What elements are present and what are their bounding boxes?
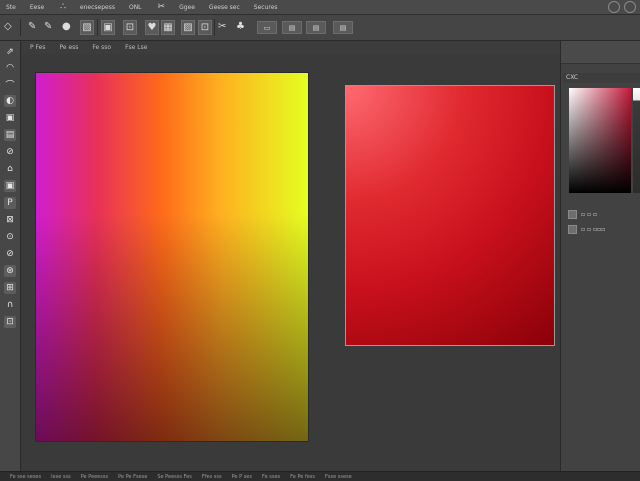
swatch-row[interactable]: ▫ ▫ ▫▫▫ <box>568 224 638 234</box>
status-item: Fe Pe fess <box>290 473 315 480</box>
tab-2[interactable]: Pe ess <box>59 44 78 51</box>
divider <box>97 19 98 36</box>
menu-item-3[interactable]: enecsepess <box>80 4 115 11</box>
dodge-tool-icon[interactable]: ⊛ <box>4 265 16 277</box>
swatch-label: ▫ ▫ ▫▫▫ <box>581 225 606 233</box>
color-picker-field[interactable] <box>569 88 631 193</box>
menu-item-5[interactable]: Ggee <box>179 4 195 11</box>
swatch-box[interactable] <box>568 209 577 219</box>
frame-alt-icon[interactable]: ⊡ <box>198 20 212 35</box>
swatch-label: ▫ ▫ ▫ <box>581 210 598 218</box>
crop-icon[interactable]: ▣ <box>101 20 115 35</box>
move-tool-icon[interactable]: ⇗ <box>4 46 16 58</box>
status-item: Fsse ssese <box>325 473 352 480</box>
red-document-canvas[interactable] <box>345 85 555 346</box>
frame-icon[interactable]: ⊡ <box>123 20 137 35</box>
menu-item-6[interactable]: Geese sec <box>209 4 240 11</box>
quick-select-tool-icon[interactable]: ◐ <box>4 95 16 107</box>
menu-bar: Ste Eese ∴ enecsepess ONL ✂ Ggee Geese s… <box>0 0 640 15</box>
document-tabs: P Fes Pe ess Fe sso Fse Lse <box>22 41 560 54</box>
eyedropper-tool-icon[interactable]: ▤ <box>4 129 16 141</box>
status-item: Fe sse seses <box>10 473 42 480</box>
selection-icon[interactable]: ▧ <box>80 20 94 35</box>
lasso-tool-icon[interactable]: ⌒ <box>4 78 16 91</box>
brush-tool-icon[interactable]: ⌂ <box>4 163 16 175</box>
menu-item-1[interactable]: Ste <box>6 4 16 11</box>
image-icon[interactable]: ▦ <box>161 20 175 35</box>
options-bar: ◇ ✎ ✎ ● ▧ ▣ ⊡ ♥ ▦ ▨ ⊡ ✂ ♣ ▭ ▤ ▤ ▤ <box>0 15 640 41</box>
paint-icon[interactable]: ♣ <box>236 20 245 33</box>
divider <box>214 19 215 36</box>
status-item: lese sss <box>51 473 71 480</box>
menu-item-2[interactable]: Eese <box>30 4 44 11</box>
menu-item-7[interactable]: Secures <box>254 4 278 11</box>
stack-icon[interactable]: ▭ <box>257 21 277 34</box>
shape-tool-icon[interactable]: ⊡ <box>4 316 16 328</box>
image-alt-icon[interactable]: ▨ <box>181 20 195 35</box>
eraser-tool-icon[interactable]: ⊠ <box>4 214 16 226</box>
dock-strip <box>561 41 640 64</box>
toolbox: ⇗ ◠ ⌒ ◐ ▣ ▤ ⊘ ⌂ ▣ P ⊠ ⊙ ⊘ ⊛ ⊞ ∩ ⊡ <box>0 41 21 471</box>
marquee-tool-icon[interactable]: ◠ <box>4 62 16 74</box>
brush-icon[interactable]: ✎ <box>28 20 36 33</box>
arrange-alt-icon[interactable]: ▤ <box>306 21 326 34</box>
blob-icon[interactable]: ● <box>62 20 71 33</box>
blur-tool-icon[interactable]: ⊘ <box>4 248 16 260</box>
pen-tool-icon[interactable]: ⊞ <box>4 282 16 294</box>
gradient-tool-icon[interactable]: ⊙ <box>4 231 16 243</box>
swatch-box[interactable] <box>568 224 577 234</box>
status-item: Pe P ses <box>231 473 252 480</box>
hue-slider[interactable] <box>633 88 640 193</box>
move-icon[interactable]: ◇ <box>4 20 12 33</box>
status-item: Pe Pe Fsese <box>118 473 148 480</box>
tab-1[interactable]: P Fes <box>30 44 45 51</box>
status-item: Fe sses <box>262 473 281 480</box>
history-brush-tool-icon[interactable]: P <box>4 197 16 209</box>
panel-title: CXC <box>563 73 640 83</box>
divider <box>20 19 21 36</box>
dots-icon[interactable]: ∴ <box>60 2 66 12</box>
tab-3[interactable]: Fe sso <box>92 44 111 51</box>
crop-tool-icon[interactable]: ▣ <box>4 112 16 124</box>
heart-icon[interactable]: ♥ <box>145 20 159 35</box>
status-item: Ffes sss <box>201 473 222 480</box>
arrange-icon[interactable]: ▤ <box>282 21 302 34</box>
type-tool-icon[interactable]: ∩ <box>4 299 16 311</box>
minimize-icon[interactable] <box>608 1 620 13</box>
tab-4[interactable]: Fse Lse <box>125 44 147 51</box>
scissors-icon[interactable]: ✂ <box>158 2 166 12</box>
panel-icon[interactable]: ▤ <box>333 21 353 34</box>
settings-icon[interactable]: ✎ <box>44 20 52 33</box>
menu-item-4[interactable]: ONL <box>129 4 142 11</box>
close-icon[interactable] <box>624 1 636 13</box>
healing-tool-icon[interactable]: ⊘ <box>4 146 16 158</box>
status-item: Pe Peeesss <box>80 473 109 480</box>
stamp-tool-icon[interactable]: ▣ <box>4 180 16 192</box>
scissors-icon[interactable]: ✂ <box>218 20 226 33</box>
swatch-row[interactable]: ▫ ▫ ▫ <box>568 209 638 219</box>
gradient-document-canvas[interactable] <box>36 73 308 441</box>
status-item: Se Peesss Fes <box>157 473 192 480</box>
